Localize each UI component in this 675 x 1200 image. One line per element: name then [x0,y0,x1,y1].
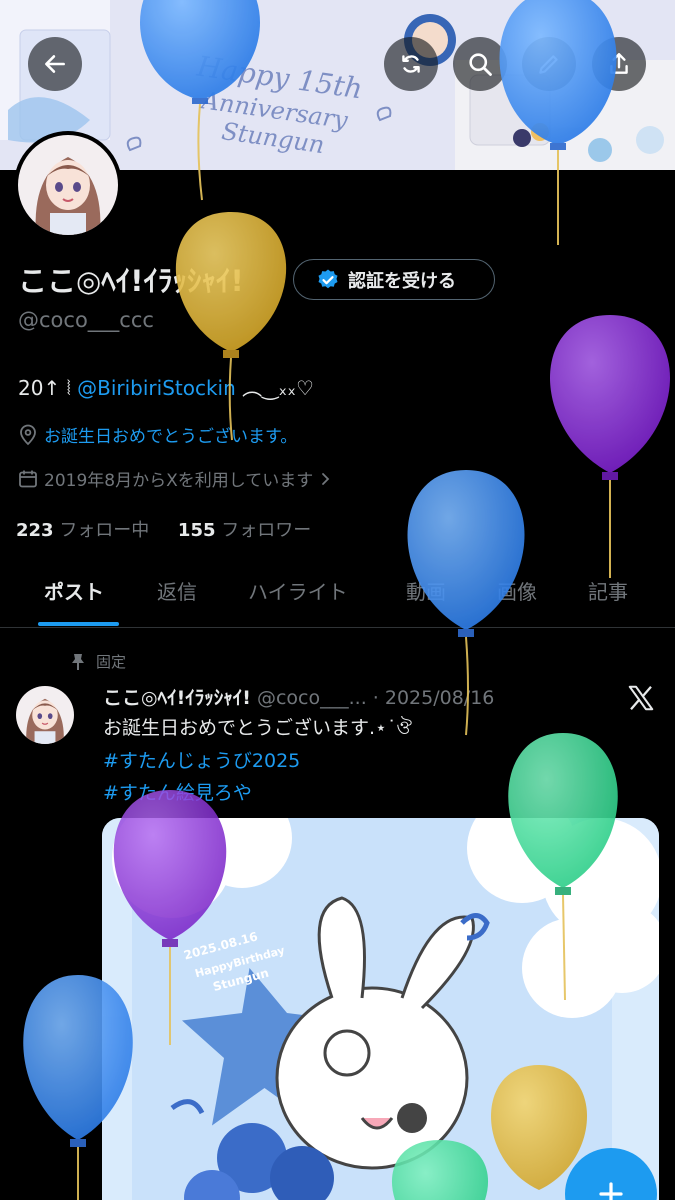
back-arrow-icon [45,55,65,73]
profile-tabs: ポスト 返信 ハイライト 動画 画像 記事 [0,560,675,628]
followers-label: フォロワー [221,520,312,541]
post-avatar-image [16,686,74,744]
profile-display-name: ここ◎ﾍｲ!ｲﾗｯｼｬｲ! [18,264,244,298]
tab-articles[interactable]: 記事 [588,576,628,605]
share-icon [610,53,628,74]
x-logo-icon [628,685,654,711]
chevron-right-icon [322,472,330,485]
followers-count: 155 [177,520,216,541]
joined-text: 2019年8月からXを利用しています [44,471,314,491]
avatar-image [18,135,118,235]
location-text: お誕生日おめでとうございます。 [44,427,298,447]
post-author-avatar[interactable] [16,686,74,744]
post-text: お誕生日おめでとうございます.⋆˙ঔ [103,717,413,739]
post-date[interactable]: 2025/08/16 [385,687,495,709]
bio-prefix: 20↑ ⦚ [18,376,78,400]
get-verified-label: 認証を受ける [348,270,456,292]
follow-stats: 223 フォロー中 155 フォロワー [16,516,311,542]
post-hashtag-2[interactable]: #すたん絵見ろや [103,778,252,805]
refresh-icon [402,55,420,73]
pin-icon [72,653,84,670]
profile-bio: 20↑ ⦚ @BiribiriStockin ︵‿ₓₓ♡ [18,372,314,401]
following-label: フォロー中 [59,520,150,541]
profile-avatar[interactable] [14,131,122,239]
active-tab-indicator [38,622,119,626]
calendar-icon [19,470,37,487]
back-button[interactable] [28,37,82,91]
edit-button[interactable] [522,37,576,91]
location-icon [20,424,36,445]
edit-icon [539,55,558,74]
verified-badge-icon [318,269,338,288]
share-button[interactable] [592,37,646,91]
profile-location: お誕生日おめでとうございます。 [18,422,297,447]
tab-videos[interactable]: 動画 [406,576,446,605]
balloon-yellow-1 [175,212,287,441]
search-icon [469,53,492,76]
refresh-button[interactable] [384,37,438,91]
profile-handle: @coco___ccc [18,308,154,332]
post-author-name[interactable]: ここ◎ﾍｲ!ｲﾗｯｼｬｲ! [103,687,251,709]
tab-posts[interactable]: ポスト [44,576,104,605]
post-separator: · [366,687,385,709]
bio-suffix: ︵‿ₓₓ♡ [235,376,314,400]
pinned-label: 固定 [96,653,127,671]
following-link[interactable]: 223 フォロー中 [16,520,149,541]
get-verified-button[interactable]: 認証を受ける [293,259,495,300]
plus-icon [599,1182,623,1200]
following-count: 223 [16,520,54,541]
pinned-indicator: 固定 [70,651,126,672]
search-button[interactable] [453,37,507,91]
tab-replies[interactable]: 返信 [157,576,197,605]
post-header: ここ◎ﾍｲ!ｲﾗｯｼｬｲ! @coco___... · 2025/08/16 [103,683,494,710]
post-illustration: 2025.08.16 HappyBirthday Stungun [102,818,659,1200]
post-image[interactable]: 2025.08.16 HappyBirthday Stungun [102,818,659,1200]
profile-joined[interactable]: 2019年8月からXを利用しています [18,466,333,491]
balloon-purple-1 [550,315,670,578]
followers-link[interactable]: 155 フォロワー [178,520,311,541]
tab-media[interactable]: 画像 [497,576,537,605]
tab-highlights[interactable]: ハイライト [248,576,348,605]
post-author-handle[interactable]: @coco___... [257,687,367,709]
bio-mention-link[interactable]: @BiribiriStockin [77,376,236,400]
post-hashtag-1[interactable]: #すたんじょうび2025 [103,746,300,773]
